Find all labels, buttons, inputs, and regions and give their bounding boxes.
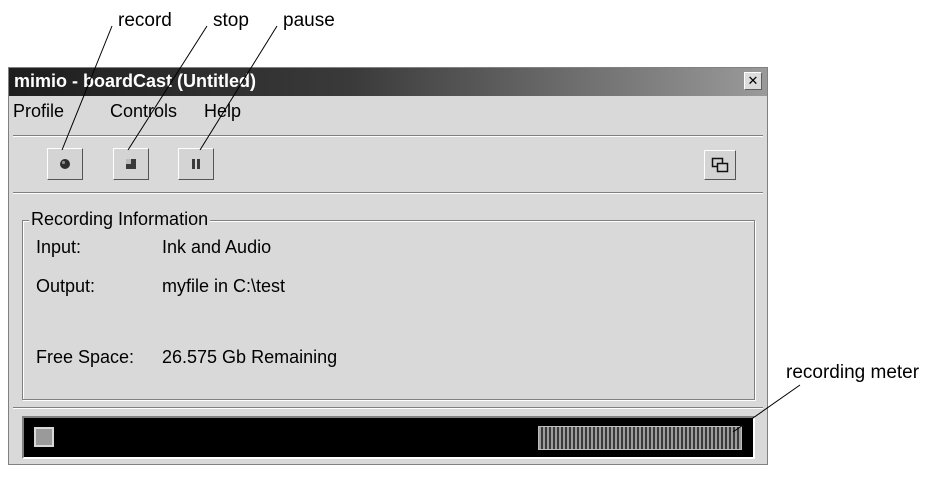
menu-help[interactable]: Help (204, 101, 241, 122)
menu-profile[interactable]: Profile (13, 101, 64, 122)
boardcast-window: mimio - boardCast (Untitled) ✕ Profile C… (8, 67, 768, 465)
free-space-value: 26.575 Gb Remaining (162, 347, 338, 367)
close-button[interactable]: ✕ (744, 72, 762, 90)
close-icon: ✕ (747, 73, 759, 88)
pause-icon (192, 159, 200, 169)
input-value: Ink and Audio (162, 237, 272, 257)
title-bar[interactable]: mimio - boardCast (Untitled) ✕ (9, 68, 767, 96)
record-icon (60, 159, 70, 169)
toolbar-separator (13, 192, 763, 194)
input-label: Input: (36, 237, 82, 257)
recording-meter (538, 426, 742, 450)
output-label: Output: (36, 276, 96, 296)
menu-bar: Profile Controls Help (9, 98, 767, 126)
menu-separator (13, 135, 763, 137)
recording-indicator-icon (34, 427, 54, 447)
restore-window-icon (711, 157, 729, 173)
status-separator (13, 407, 763, 409)
window-title: mimio - boardCast (Untitled) (14, 71, 256, 91)
callout-record: record (118, 10, 172, 31)
recording-status-bar (22, 416, 755, 459)
callout-recording-meter: recording meter (786, 362, 920, 383)
recording-information-group: Recording Information Input: Ink and Aud… (22, 209, 755, 400)
stop-icon (126, 159, 136, 169)
callout-pause: pause (283, 10, 335, 31)
group-legend: Recording Information (29, 209, 211, 230)
free-space-label: Free Space: (36, 347, 135, 367)
mini-mode-button[interactable] (704, 150, 736, 180)
menu-controls[interactable]: Controls (110, 101, 177, 122)
output-value: myfile in C:\test (162, 276, 286, 296)
record-button[interactable] (47, 148, 83, 180)
pause-button[interactable] (178, 148, 214, 180)
callout-stop: stop (213, 10, 249, 31)
stop-button[interactable] (113, 148, 149, 180)
